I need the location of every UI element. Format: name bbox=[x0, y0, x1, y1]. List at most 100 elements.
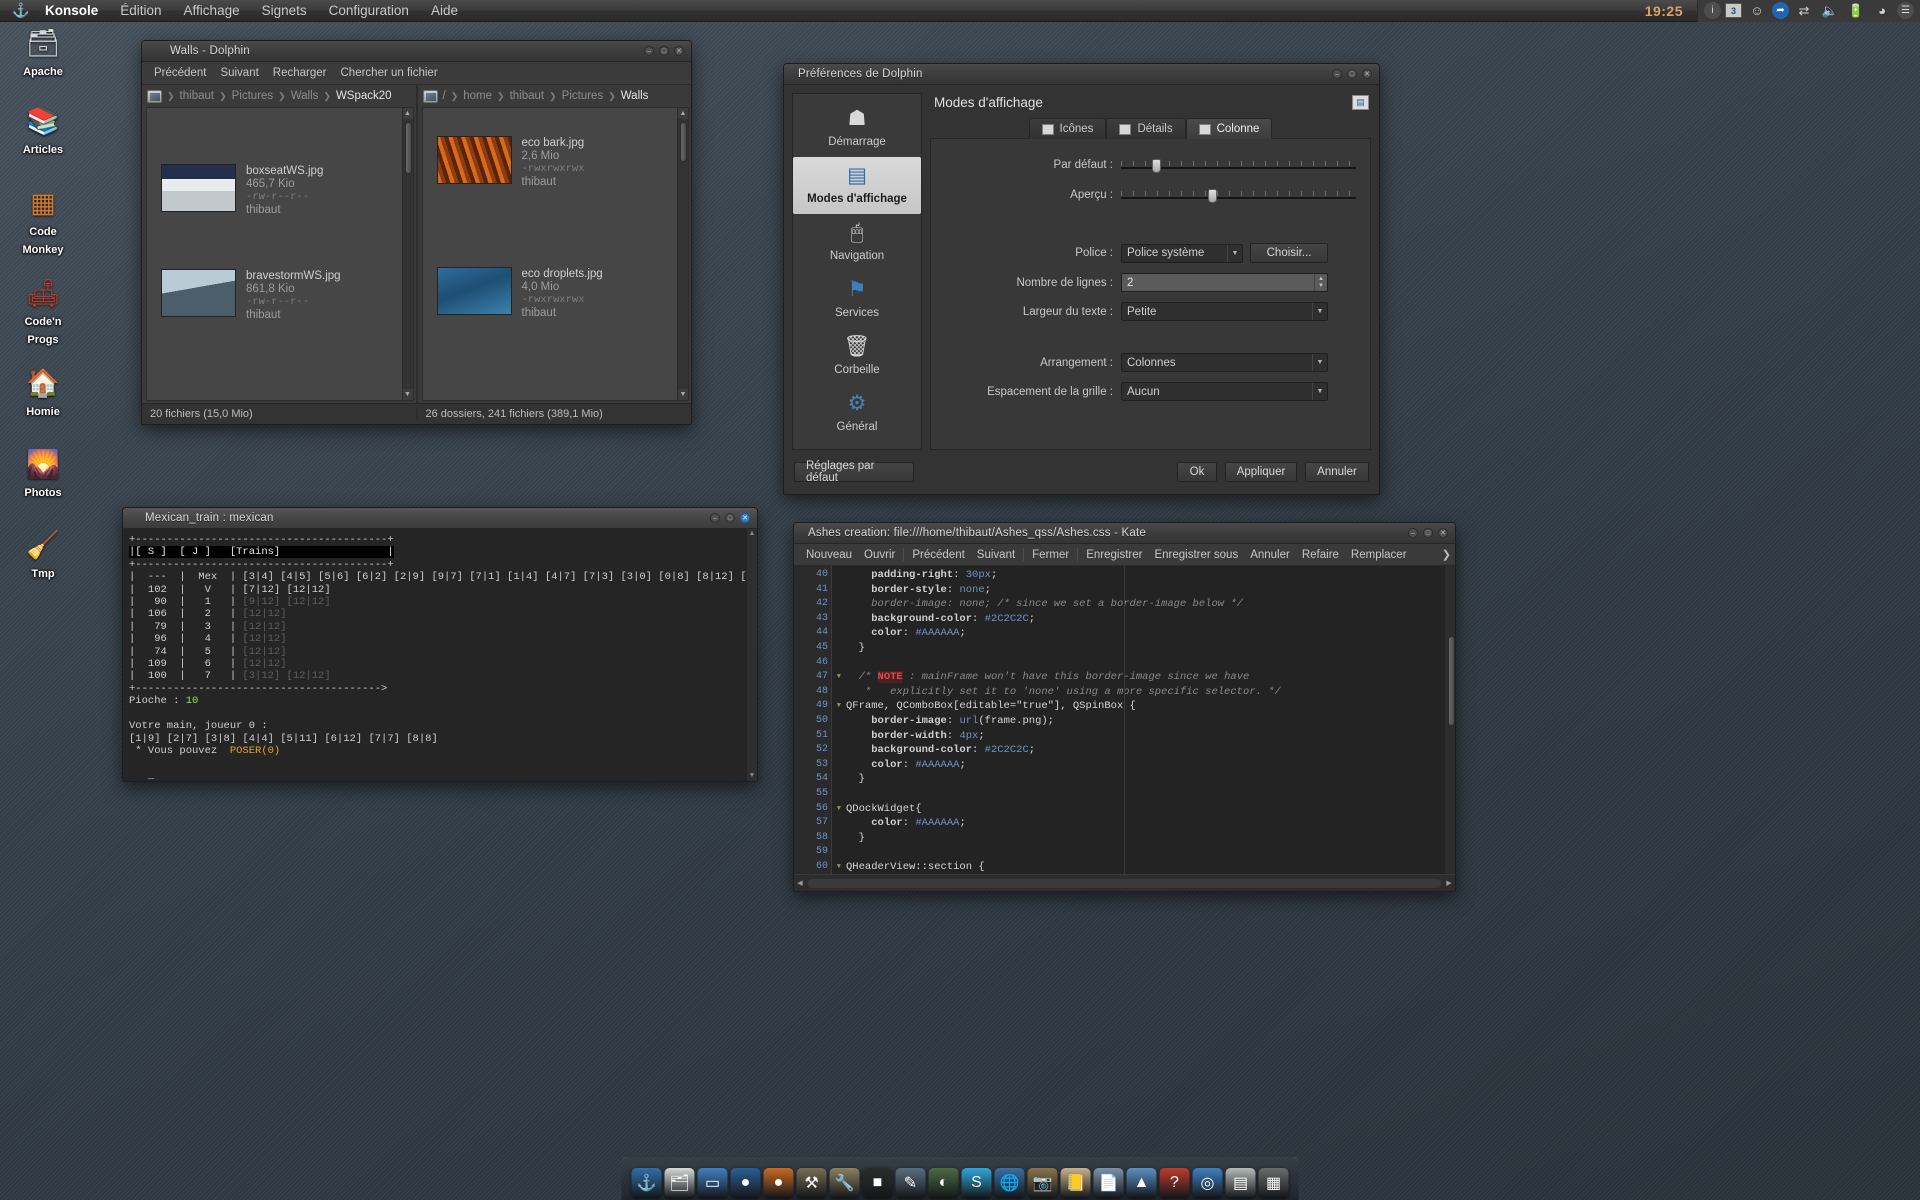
maximize-button[interactable]: □ bbox=[725, 513, 735, 523]
sidebar-item-corbeille[interactable]: 🗑 Corbeille bbox=[793, 328, 921, 385]
breadcrumb-walls[interactable]: Walls bbox=[291, 90, 319, 102]
konqueror-icon[interactable]: ➦ bbox=[1772, 2, 1789, 19]
breadcrumb-walls[interactable]: Walls bbox=[621, 90, 649, 102]
close-button[interactable]: ✕ bbox=[674, 46, 684, 56]
default-size-slider[interactable] bbox=[1121, 157, 1356, 173]
kate-titlebar[interactable]: Ashes creation: file:///home/thibaut/Ash… bbox=[794, 523, 1455, 544]
file-view-left[interactable]: boxseatWS.jpg 465,7 Kio -rw-r--r-- thiba… bbox=[146, 107, 414, 401]
desktop-icon-code-monkey[interactable]: ▦ Code Monkey bbox=[0, 186, 86, 258]
scrollbar-left[interactable]: ▲ ▼ bbox=[401, 108, 413, 400]
ok-button[interactable]: Ok bbox=[1177, 462, 1217, 482]
chevron-down-icon[interactable]: ▼ bbox=[1312, 383, 1327, 400]
tab-icones[interactable]: Icônes bbox=[1028, 118, 1107, 139]
dock-item-wrench[interactable]: 🔧 bbox=[829, 1168, 860, 1198]
breadcrumb-left[interactable]: ❯ thibaut ❯ Pictures ❯ Walls ❯ WSpack20 bbox=[142, 85, 416, 107]
close-button[interactable]: ✕ bbox=[1438, 528, 1448, 538]
breadcrumb-pictures[interactable]: Pictures bbox=[232, 90, 274, 102]
close-button[interactable]: ✕ bbox=[1362, 69, 1372, 79]
dock-item-kde[interactable]: ▲ bbox=[1126, 1168, 1157, 1198]
file-item[interactable]: boxseatWS.jpg 465,7 Kio -rw-r--r-- thiba… bbox=[161, 164, 402, 217]
prefs-titlebar[interactable]: Préférences de Dolphin – □ ✕ bbox=[784, 64, 1379, 85]
clock[interactable]: 19:25 bbox=[1645, 3, 1697, 19]
breadcrumb-wspack20[interactable]: WSpack20 bbox=[336, 90, 392, 102]
menu-affichage[interactable]: Affichage bbox=[173, 0, 251, 22]
scroll-up-icon[interactable]: ▲ bbox=[678, 108, 688, 119]
grid-spacing-combo[interactable]: Aucun ▼ bbox=[1121, 382, 1328, 401]
scrollbar-thumb[interactable] bbox=[404, 122, 412, 174]
defaults-button[interactable]: Réglages par défaut bbox=[794, 460, 914, 484]
line-count-spinbox[interactable]: 2 ▲ ▼ bbox=[1121, 273, 1328, 292]
choose-font-button[interactable]: Choisir... bbox=[1250, 243, 1328, 263]
wifi-icon[interactable]: ◕ bbox=[1871, 2, 1893, 20]
slider-handle[interactable] bbox=[1207, 189, 1217, 203]
desktop-icon-articles[interactable]: 📚 Articles bbox=[0, 104, 86, 158]
editor-scrollbar[interactable] bbox=[1445, 566, 1455, 874]
dock-item-editor[interactable]: ✎ bbox=[895, 1168, 926, 1198]
breadcrumb-pictures[interactable]: Pictures bbox=[562, 90, 604, 102]
sidebar-item-general[interactable]: ⚙ Général bbox=[793, 385, 921, 442]
desktop-switcher-icon[interactable]: 3 bbox=[1725, 3, 1742, 18]
dock-item-camera[interactable]: 📷 bbox=[1027, 1168, 1058, 1198]
sidebar-item-modes-affichage[interactable]: ▤ Modes d'affichage bbox=[793, 157, 921, 214]
arrangement-combo[interactable]: Colonnes ▼ bbox=[1121, 353, 1328, 372]
dock-item-book[interactable]: 📒 bbox=[1060, 1168, 1091, 1198]
breadcrumb-root[interactable]: / bbox=[443, 90, 446, 102]
cancel-button[interactable]: Annuler bbox=[1305, 462, 1369, 482]
preferences-dialog[interactable]: Préférences de Dolphin – □ ✕ ☗ Démarrage… bbox=[783, 63, 1380, 495]
minimize-button[interactable]: – bbox=[1332, 69, 1342, 79]
chevron-down-icon[interactable]: ▼ bbox=[1312, 354, 1327, 371]
kate-editor[interactable]: 40 41 42 43 44 45 46 47 ▼ 48 49 ▼ 50 51 52 53 54 55 56 ▼ 57 5… bbox=[794, 566, 1455, 874]
scroll-down-icon[interactable]: ▼ bbox=[678, 389, 688, 400]
breadcrumb-right[interactable]: / ❯ home ❯ thibaut ❯ Pictures ❯ Walls bbox=[417, 85, 691, 107]
previous-button[interactable]: Précédent bbox=[906, 547, 970, 563]
sidebar-item-services[interactable]: ⚑ Services bbox=[793, 271, 921, 328]
dock-item-tools[interactable]: ⚒ bbox=[796, 1168, 827, 1198]
scrollbar-right[interactable]: ▲ ▼ bbox=[677, 108, 688, 400]
menu-signets[interactable]: Signets bbox=[251, 0, 318, 22]
dock-item-skype[interactable]: S bbox=[961, 1168, 992, 1198]
desktop-icon-apache[interactable]: 🗃 Apache bbox=[0, 26, 86, 80]
dock-item-files[interactable]: 🗂 bbox=[664, 1168, 695, 1198]
breadcrumb-home[interactable]: home bbox=[463, 90, 492, 102]
scrollbar-thumb[interactable] bbox=[1448, 636, 1455, 726]
terminal-scrollbar[interactable]: ▲ ▼ bbox=[746, 529, 757, 781]
dock-item-gimp[interactable]: ◐ bbox=[928, 1168, 959, 1198]
tab-details[interactable]: Détails bbox=[1106, 118, 1186, 139]
minimize-button[interactable]: – bbox=[710, 513, 720, 523]
scrollbar-thumb[interactable] bbox=[680, 122, 687, 162]
new-button[interactable]: Nouveau bbox=[800, 547, 858, 563]
breadcrumb-thibaut[interactable]: thibaut bbox=[180, 90, 215, 102]
anchor-icon[interactable]: ⚓ bbox=[8, 2, 34, 19]
menu-configuration[interactable]: Configuration bbox=[318, 0, 420, 22]
kate-window[interactable]: Ashes creation: file:///home/thibaut/Ash… bbox=[793, 522, 1456, 892]
scroll-left-icon[interactable]: ◀ bbox=[794, 879, 806, 887]
konsole-window[interactable]: Mexican_train : mexican – □ ✕ +---------… bbox=[122, 507, 758, 782]
menu-aide[interactable]: Aide bbox=[420, 0, 469, 22]
replace-button[interactable]: Remplacer bbox=[1345, 547, 1413, 563]
close-button[interactable]: ✕ bbox=[740, 513, 750, 523]
close-doc-button[interactable]: Fermer bbox=[1026, 547, 1075, 563]
dock-item-document[interactable]: 📄 bbox=[1093, 1168, 1124, 1198]
dock-item-anchor[interactable]: ⚓ bbox=[631, 1168, 662, 1198]
terminal-output[interactable]: +---------------------------------------… bbox=[123, 529, 757, 781]
horizontal-scrollbar[interactable]: ◀ ▶ bbox=[794, 874, 1455, 891]
next-button[interactable]: Suivant bbox=[971, 547, 1021, 563]
dolphin-window[interactable]: Walls - Dolphin – □ ✕ Précédent Suivant … bbox=[141, 40, 692, 425]
open-button[interactable]: Ouvrir bbox=[858, 547, 901, 563]
desktop-icon-homie[interactable]: 🏠 Homie bbox=[0, 366, 86, 420]
dock-item-browser[interactable]: ● bbox=[763, 1168, 794, 1198]
folder-icon[interactable] bbox=[422, 89, 438, 103]
undo-button[interactable]: Annuler bbox=[1244, 547, 1296, 563]
dock-item-chrome[interactable]: ◎ bbox=[1192, 1168, 1223, 1198]
desktop-icon-tmp[interactable]: 🧹 Tmp bbox=[0, 528, 86, 582]
dock-item-globe[interactable]: 🌐 bbox=[994, 1168, 1025, 1198]
nav-back-button[interactable]: Précédent bbox=[148, 65, 212, 81]
spinner-arrows-icon[interactable]: ▲ ▼ bbox=[1314, 274, 1327, 291]
police-combo[interactable]: Police système ▼ bbox=[1121, 243, 1243, 263]
konsole-titlebar[interactable]: Mexican_train : mexican – □ ✕ bbox=[123, 508, 757, 529]
minimize-button[interactable]: – bbox=[1408, 528, 1418, 538]
dock-item-terminal[interactable]: ■ bbox=[862, 1168, 893, 1198]
scroll-up-icon[interactable]: ▲ bbox=[747, 529, 757, 539]
info-icon[interactable]: i bbox=[1704, 2, 1721, 19]
chevron-down-icon[interactable]: ▼ bbox=[1227, 244, 1242, 262]
